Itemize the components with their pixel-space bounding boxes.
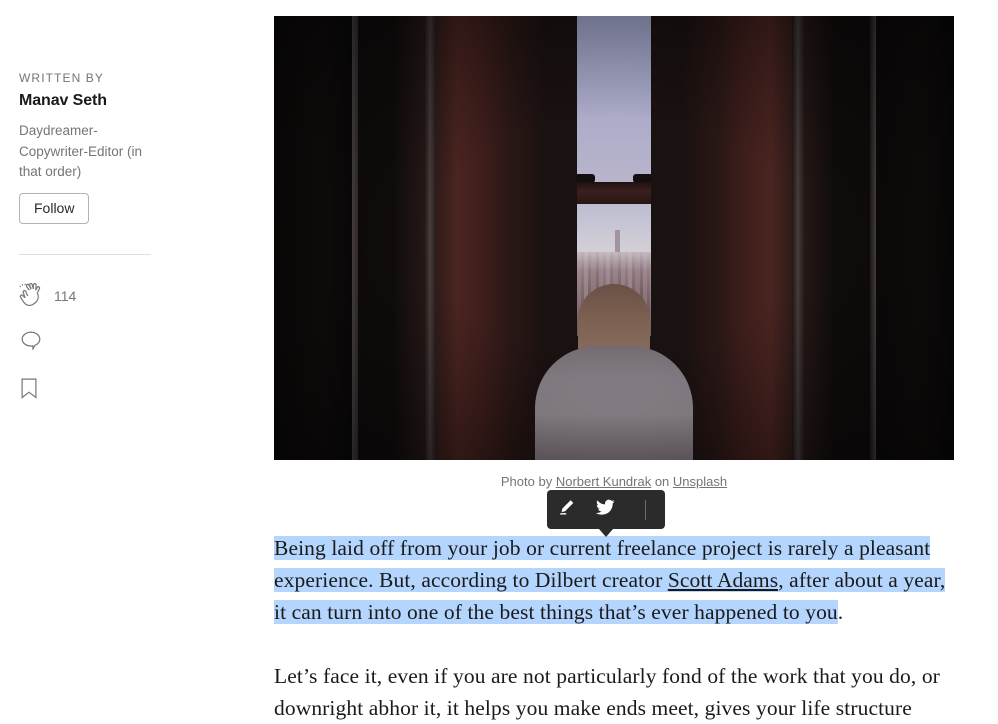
wall-right — [876, 16, 954, 460]
image-caption: Photo by Norbert Kundrak on Unsplash — [274, 473, 954, 491]
bookmark-action[interactable] — [21, 378, 37, 399]
paragraph-1-tail: . — [837, 600, 844, 624]
paragraph-2: Let’s face it, even if you are not parti… — [274, 664, 940, 720]
window-reveal — [396, 16, 832, 460]
highlighter-pen-icon[interactable] — [558, 499, 575, 521]
author-name[interactable]: Manav Seth — [19, 92, 107, 110]
hero-figure — [274, 16, 954, 460]
clap-icon[interactable] — [19, 283, 42, 308]
responses-action[interactable] — [21, 331, 41, 350]
caption-prefix: Photo by — [500, 474, 556, 489]
sky-upper — [577, 16, 651, 186]
paragraph-1: Being laid off from your job or current … — [274, 532, 960, 628]
clap-count: 114 — [54, 287, 77, 304]
article-main-column: Photo by Norbert Kundrak on Unsplash Bei… — [274, 0, 998, 720]
text-selection-toolbar[interactable] — [547, 490, 665, 537]
comment-bubble-icon[interactable] — [21, 331, 41, 350]
share-twitter-button[interactable] — [586, 490, 625, 529]
follow-button[interactable]: Follow — [19, 193, 90, 224]
hero-image — [274, 16, 954, 460]
highlight-button[interactable] — [547, 490, 586, 529]
caption-middle: on — [651, 474, 673, 489]
author-sidebar: WRITTEN BY Manav Seth Daydreamer-Copywri… — [0, 0, 230, 708]
person-body — [535, 346, 693, 460]
light-strip-inner-left — [424, 16, 436, 460]
light-strip-inner-right — [792, 16, 804, 460]
wall-left — [274, 16, 352, 460]
sidebar-divider — [19, 254, 151, 255]
twitter-bird-icon[interactable] — [596, 499, 615, 521]
scott-adams-link[interactable]: Scott Adams — [667, 568, 779, 592]
author-bio: Daydreamer-Copywriter-Editor (in that or… — [19, 123, 143, 179]
caption-source-link[interactable]: Unsplash — [673, 474, 727, 489]
window-sash-bar — [577, 182, 651, 204]
toolbar-divider — [645, 499, 646, 520]
clap-action[interactable]: 114 — [19, 283, 76, 308]
bookmark-icon[interactable] — [21, 378, 37, 399]
written-by-label: WRITTEN BY — [19, 71, 104, 85]
caption-photographer-link[interactable]: Norbert Kundrak — [556, 474, 651, 489]
article-body: Being laid off from your job or current … — [274, 532, 960, 724]
